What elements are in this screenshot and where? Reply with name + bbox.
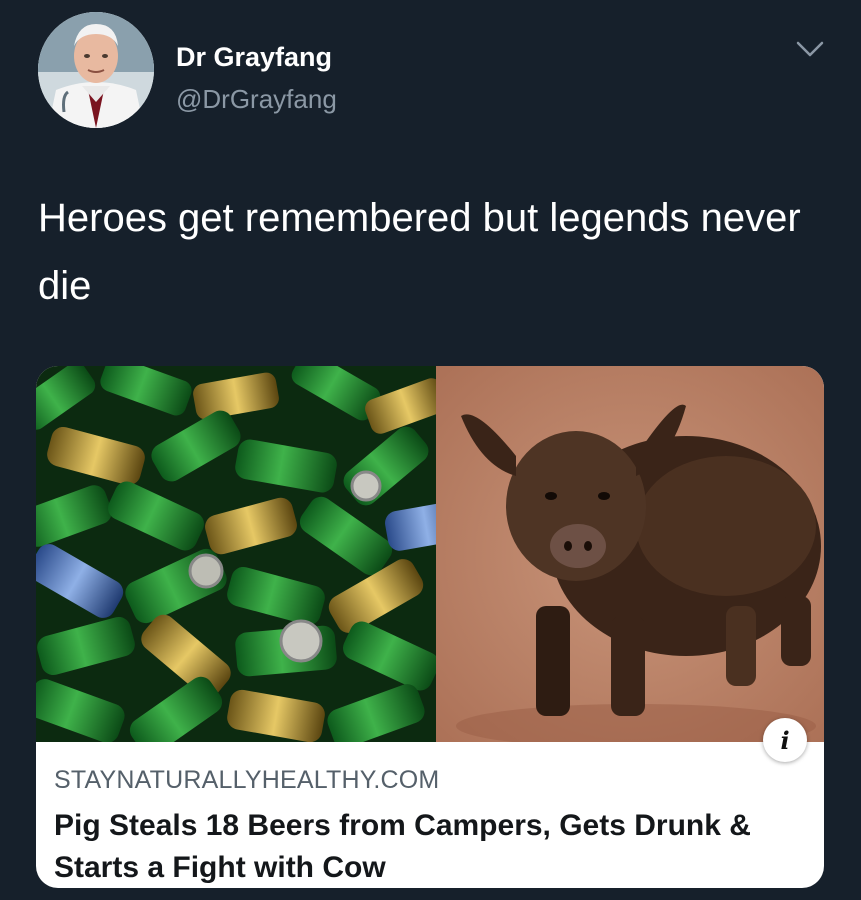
pig-image <box>436 366 824 742</box>
info-icon[interactable]: i <box>763 718 807 762</box>
link-card[interactable]: i STAYNATURALLYHEALTHY.COM Pig Steals 18… <box>36 366 824 888</box>
tweet-header: Dr Grayfang @DrGrayfang <box>38 12 828 132</box>
info-glyph: i <box>780 725 790 755</box>
avatar[interactable] <box>38 12 154 128</box>
card-headline[interactable]: Pig Steals 18 Beers from Campers, Gets D… <box>54 805 814 888</box>
card-meta: STAYNATURALLYHEALTHY.COM Pig Steals 18 B… <box>54 766 814 888</box>
card-domain[interactable]: STAYNATURALLYHEALTHY.COM <box>54 766 814 795</box>
beer-cans-image <box>36 366 436 742</box>
chevron-down-icon[interactable] <box>792 34 828 64</box>
author-handle[interactable]: @DrGrayfang <box>176 84 337 115</box>
tweet-text: Heroes get remembered but legends never … <box>38 196 801 308</box>
author-display-name[interactable]: Dr Grayfang <box>176 42 332 73</box>
card-media[interactable] <box>36 366 824 742</box>
